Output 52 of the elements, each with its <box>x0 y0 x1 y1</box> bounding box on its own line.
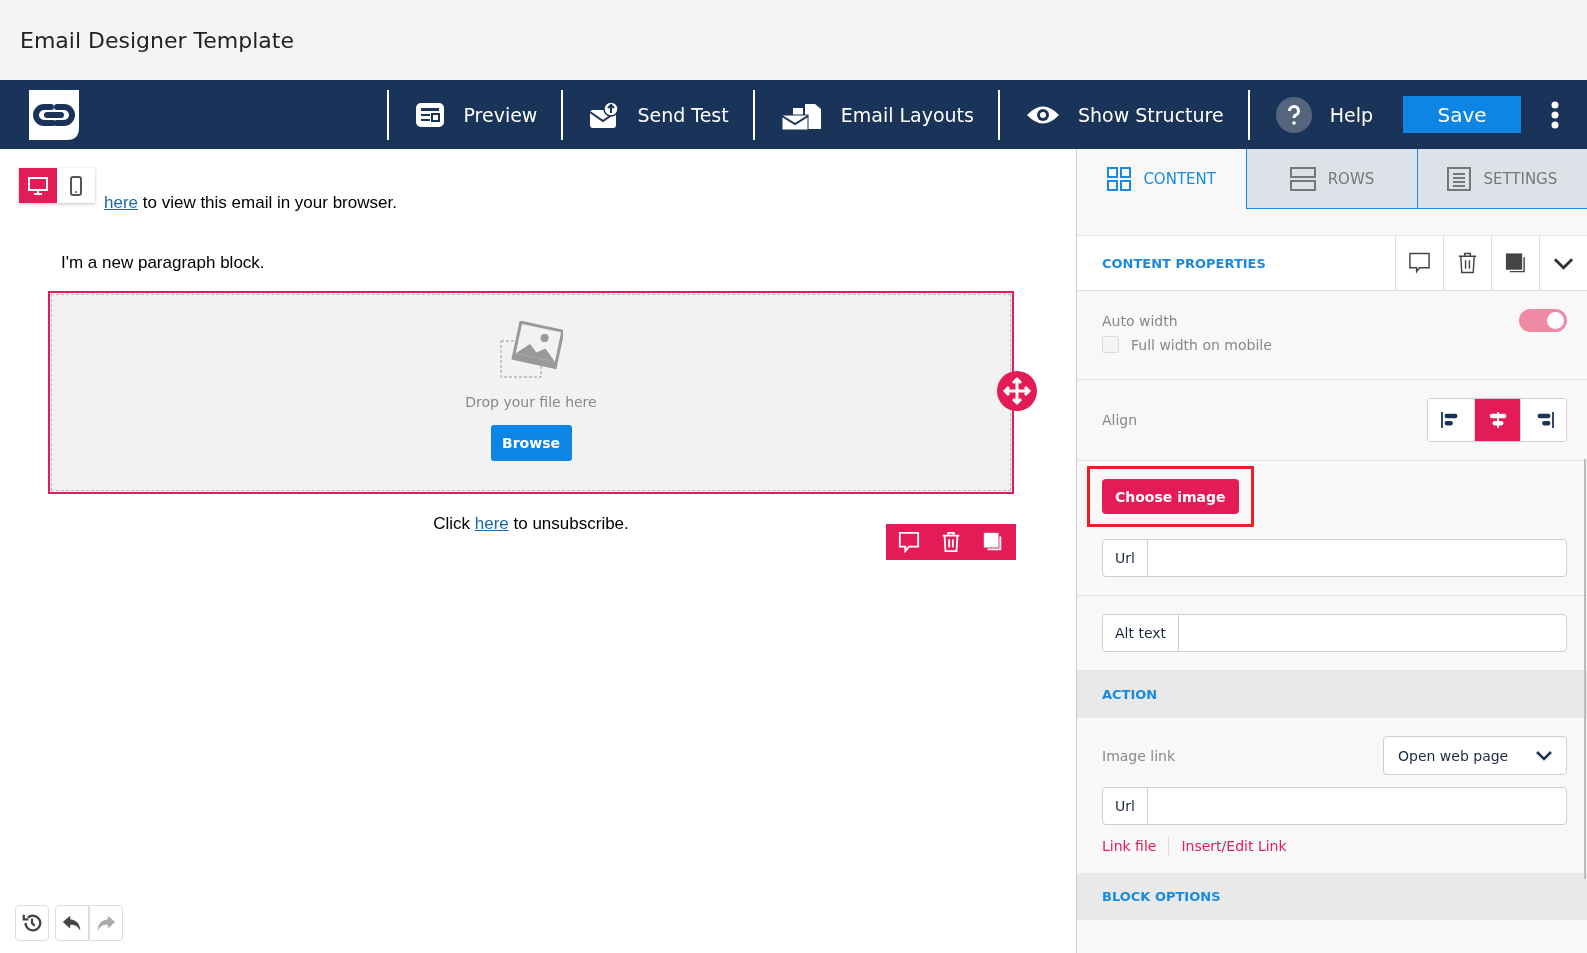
image-link-dropdown[interactable]: Open web page <box>1383 736 1567 775</box>
help-button[interactable]: Help <box>1249 80 1397 149</box>
panel-tab[interactable]: SETTINGS <box>1416 149 1587 209</box>
full-width-checkbox[interactable] <box>1102 336 1119 353</box>
chevron-down-icon <box>1536 750 1552 761</box>
toolbar-button[interactable]: Preview <box>389 80 562 149</box>
document-icon <box>1447 166 1472 191</box>
unsubscribe-link[interactable]: here <box>474 514 509 533</box>
rows-icon <box>1289 166 1316 191</box>
full-width-label: Full width on mobile <box>1131 336 1272 353</box>
desktop-view-button[interactable] <box>19 168 57 203</box>
image-placeholder-icon <box>499 321 563 379</box>
history-icon <box>21 912 43 934</box>
layout-icon <box>415 101 446 128</box>
image-drop-zone[interactable]: Drop your file here Browse <box>48 291 1014 494</box>
choose-image-button[interactable]: Choose image <box>1102 479 1239 514</box>
toolbar-button[interactable]: Send Test <box>563 80 753 149</box>
panel-tab[interactable]: ROWS <box>1246 149 1417 209</box>
drop-file-text: Drop your file here <box>465 394 597 410</box>
paragraph-text: I'm a new paragraph block. <box>61 253 266 273</box>
monitor-icon <box>28 176 48 195</box>
auto-width-label: Auto width <box>1102 312 1178 329</box>
view-in-browser-text: here to view this email in your browser. <box>104 193 398 213</box>
page-title: Email Designer Template <box>20 27 294 53</box>
toolbar-button[interactable]: Email Layouts <box>754 80 998 149</box>
action-link[interactable]: Link file <box>1102 838 1157 854</box>
url-field[interactable]: Url <box>1102 539 1567 577</box>
browse-button[interactable]: Browse <box>490 425 572 461</box>
section-title: ACTION <box>1101 687 1158 702</box>
action-link[interactable]: Insert/Edit Link <box>1181 838 1287 854</box>
grid-icon <box>1107 167 1132 191</box>
phone-icon <box>70 175 82 196</box>
more-options-icon[interactable] <box>1551 100 1559 129</box>
mobile-view-button[interactable] <box>57 168 95 203</box>
alt-text-field[interactable]: Alt text <box>1102 614 1567 652</box>
envelope-upload-icon <box>589 100 620 129</box>
move-handle-icon[interactable] <box>997 371 1037 411</box>
save-button[interactable]: Save <box>1403 96 1521 133</box>
section-title: CONTENT PROPERTIES <box>1101 255 1266 271</box>
image-link-label: Image link <box>1102 747 1176 764</box>
view-in-browser-link[interactable]: here <box>104 193 139 212</box>
align-button[interactable] <box>1520 399 1566 441</box>
duplicate-icon[interactable] <box>982 531 1004 553</box>
toolbar-button[interactable]: Show Structure <box>999 80 1248 149</box>
help-icon <box>1275 96 1312 133</box>
section-title: BLOCK OPTIONS <box>1101 889 1221 904</box>
auto-width-toggle[interactable] <box>1519 309 1567 332</box>
undo-button[interactable] <box>55 905 89 941</box>
link-logo-icon <box>29 89 79 140</box>
history-button[interactable] <box>15 905 49 941</box>
align-label: Align <box>1102 412 1138 428</box>
url-field[interactable]: Url <box>1102 787 1567 825</box>
